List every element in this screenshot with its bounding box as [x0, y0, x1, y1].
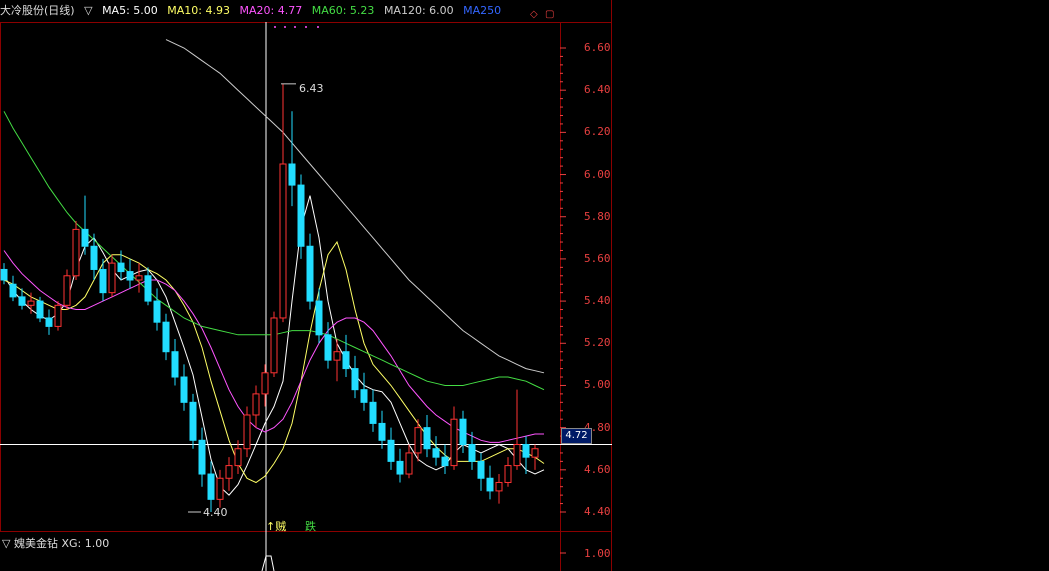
- candle-body: [522, 444, 530, 458]
- y-tick-label: 6.40: [584, 83, 611, 97]
- signal-dot: [274, 26, 276, 28]
- candle-body: [369, 401, 377, 424]
- y-tick-label: 6.20: [584, 125, 611, 139]
- candle-body: [36, 300, 44, 319]
- candle-body: [135, 275, 143, 281]
- candle-body: [288, 163, 296, 186]
- indicator-line: [261, 555, 275, 571]
- ma-line-ma120: [165, 39, 545, 374]
- candle-body: [504, 465, 512, 483]
- candle-body: [234, 448, 242, 467]
- candle-body: [486, 477, 494, 492]
- bottom-mark-up: ↑贼: [266, 520, 287, 533]
- candle-body: [207, 473, 215, 500]
- y-tick-label: 6.00: [584, 167, 611, 181]
- candle-body: [297, 184, 305, 247]
- bottom-mark-down: 跌: [305, 520, 316, 533]
- candle-body: [72, 228, 80, 277]
- y-tick-label: 5.60: [584, 251, 611, 265]
- candle-body: [414, 427, 422, 454]
- y-tick-label: 4.60: [584, 462, 611, 476]
- candle-body: [9, 283, 17, 298]
- candle-body: [468, 444, 476, 462]
- indicator-header[interactable]: ▽ 媿美金钻 XG: 1.00: [2, 535, 109, 551]
- candle-body: [396, 460, 404, 475]
- y-tick-label: 5.20: [584, 336, 611, 350]
- y-tick-label: 5.80: [584, 209, 611, 223]
- candle-body: [243, 414, 251, 450]
- candle-body: [252, 393, 260, 416]
- candle-body: [531, 448, 539, 458]
- candle-body: [459, 418, 467, 446]
- candle-body: [216, 477, 224, 500]
- candle-body: [63, 275, 71, 306]
- current-price-tag: 4.72: [561, 428, 592, 444]
- candle-body: [450, 418, 458, 467]
- candle-body: [477, 460, 485, 479]
- candle-body: [153, 300, 161, 323]
- candle-body: [315, 300, 323, 336]
- candle-body: [198, 439, 206, 475]
- candle-body: [423, 427, 431, 450]
- y-tick-label: 5.40: [584, 294, 611, 308]
- candle-body: [81, 228, 89, 247]
- candle-body: [108, 262, 116, 294]
- candle-body: [126, 271, 134, 281]
- candle-body: [54, 304, 62, 327]
- candle-body: [405, 452, 413, 475]
- y-tick-label: 5.00: [584, 378, 611, 392]
- candle-body: [0, 268, 8, 281]
- signal-dot: [294, 26, 296, 28]
- candle-body: [99, 268, 107, 294]
- y-tick-label: 6.60: [584, 41, 611, 54]
- candle-body: [225, 465, 233, 479]
- candle-body: [513, 444, 521, 467]
- candle-body: [117, 262, 125, 273]
- low-annotation: 4.40: [203, 506, 228, 519]
- candle-body: [18, 296, 26, 306]
- candle-body: [441, 456, 449, 467]
- candle-body: [261, 372, 269, 395]
- candle-body: [432, 448, 440, 458]
- candle-body: [360, 389, 368, 403]
- candle-body: [495, 481, 503, 492]
- candle-body: [270, 317, 278, 374]
- candle-body: [333, 351, 341, 361]
- signal-dot: [317, 26, 319, 28]
- candle-body: [306, 245, 314, 302]
- candle-body: [324, 334, 332, 361]
- candle-body: [387, 439, 395, 462]
- candle-body: [351, 368, 359, 391]
- candle-body: [342, 351, 350, 370]
- candle-body: [378, 422, 386, 441]
- candle-body: [45, 317, 53, 327]
- signal-dot: [284, 26, 286, 28]
- y-tick-label: 4.40: [584, 505, 611, 518]
- candle-body: [144, 275, 152, 302]
- candle-body: [27, 300, 35, 306]
- candle-body: [279, 163, 287, 319]
- candle-body: [180, 376, 188, 403]
- candle-body: [90, 245, 98, 270]
- kline-chart-panel[interactable]: 大冷股份(日线) ▽ MA5: 5.00 MA10: 4.93 MA20: 4.…: [0, 0, 612, 571]
- high-annotation: 6.43: [299, 82, 324, 95]
- signal-dot: [305, 26, 307, 28]
- candle-body: [189, 401, 197, 441]
- sub-y-label: 1.00: [584, 547, 611, 560]
- candle-body: [162, 321, 170, 353]
- candle-body: [171, 351, 179, 378]
